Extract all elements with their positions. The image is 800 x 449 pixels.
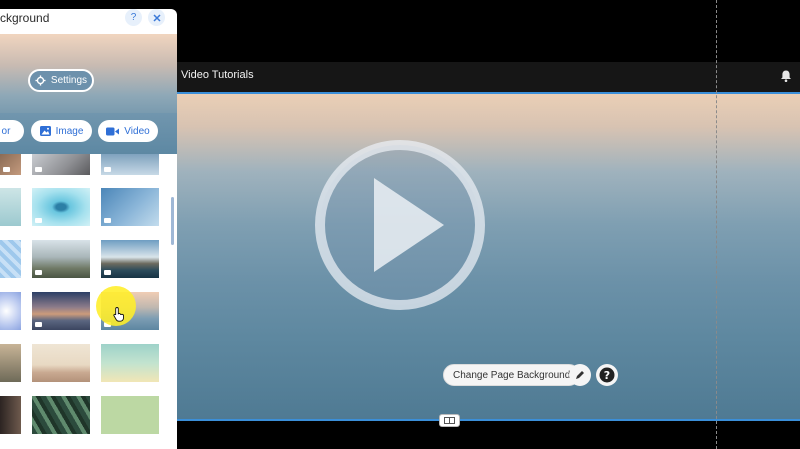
video-icon [104,270,111,275]
panel-scrollbar[interactable] [171,197,174,245]
video-thumbnail[interactable] [32,344,90,382]
video-icon [35,270,42,275]
video-icon [35,167,42,172]
video-thumbnail[interactable] [0,154,21,175]
pen-icon [576,371,584,379]
video-icon [3,167,10,172]
video-thumbnail[interactable] [101,188,159,226]
video-icon [35,218,42,223]
canvas-resize-handle[interactable] [439,414,460,427]
play-icon[interactable] [313,138,487,312]
svg-text:?: ? [604,369,610,382]
video-thumbnail[interactable] [0,240,21,278]
canvas-bottom-area [177,421,800,449]
bell-icon[interactable] [779,69,793,83]
gear-icon [35,75,46,86]
tab-color[interactable]: or [0,120,24,142]
video-thumbnail[interactable] [0,344,21,382]
video-thumbnail[interactable] [32,396,90,434]
gridline-guide [716,0,717,449]
settings-label: Settings [50,75,88,86]
tab-color-label: or [1,125,11,137]
help-icon: ? [599,367,615,383]
topbar-title[interactable]: Video Tutorials [181,69,254,81]
video-thumbnail[interactable] [32,292,90,330]
tab-image[interactable]: Image [31,120,92,142]
settings-button[interactable]: Settings [28,69,94,92]
video-thumbnail[interactable] [101,240,159,278]
video-thumbnail[interactable] [32,154,90,175]
change-page-background-button[interactable]: Change Page Background [443,364,581,386]
video-icon [104,167,111,172]
question-icon: ? [130,12,137,23]
video-thumbnail[interactable] [101,344,159,382]
panel-title: ckground [0,11,50,25]
tab-video[interactable]: Video [98,120,158,142]
tab-video-label: Video [124,125,150,137]
video-thumbnail[interactable] [101,154,159,175]
video-thumbnail[interactable] [32,188,90,226]
video-icon [104,218,111,223]
tab-image-label: Image [55,125,84,137]
video-thumbnail[interactable] [0,396,21,434]
help-button[interactable]: ? [596,364,618,386]
video-thumbnail[interactable] [0,188,21,226]
video-thumbnail[interactable] [101,396,159,434]
video-camera-icon [106,127,120,135]
pen-button[interactable] [569,364,591,386]
video-thumbnail[interactable] [0,292,21,330]
panel-close-button[interactable] [148,9,165,26]
image-icon [39,126,51,136]
video-icon [35,322,42,327]
panel-help-button[interactable]: ? [125,9,142,26]
close-icon [152,13,161,22]
video-thumbnail[interactable] [32,240,90,278]
hand-cursor-icon [113,306,125,327]
